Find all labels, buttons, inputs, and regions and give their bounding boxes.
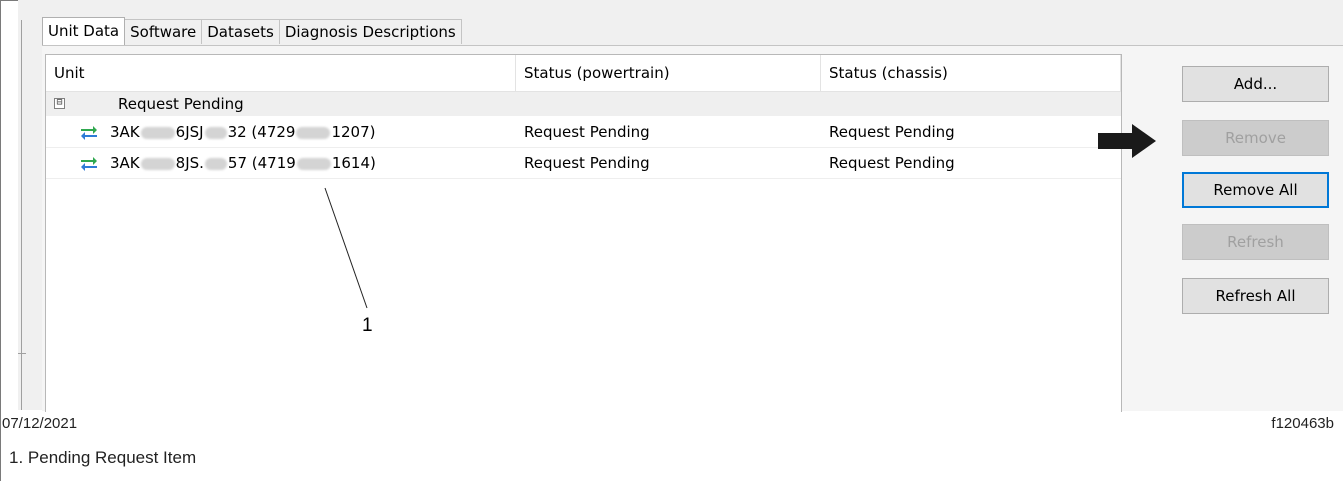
- callout-number: 1: [362, 315, 373, 336]
- figure-caption: 1. Pending Request Item: [9, 448, 197, 467]
- figure-id: f120463b: [1271, 415, 1334, 432]
- callout-leader-line: [324, 187, 368, 309]
- figure-date: 07/12/2021: [2, 415, 78, 432]
